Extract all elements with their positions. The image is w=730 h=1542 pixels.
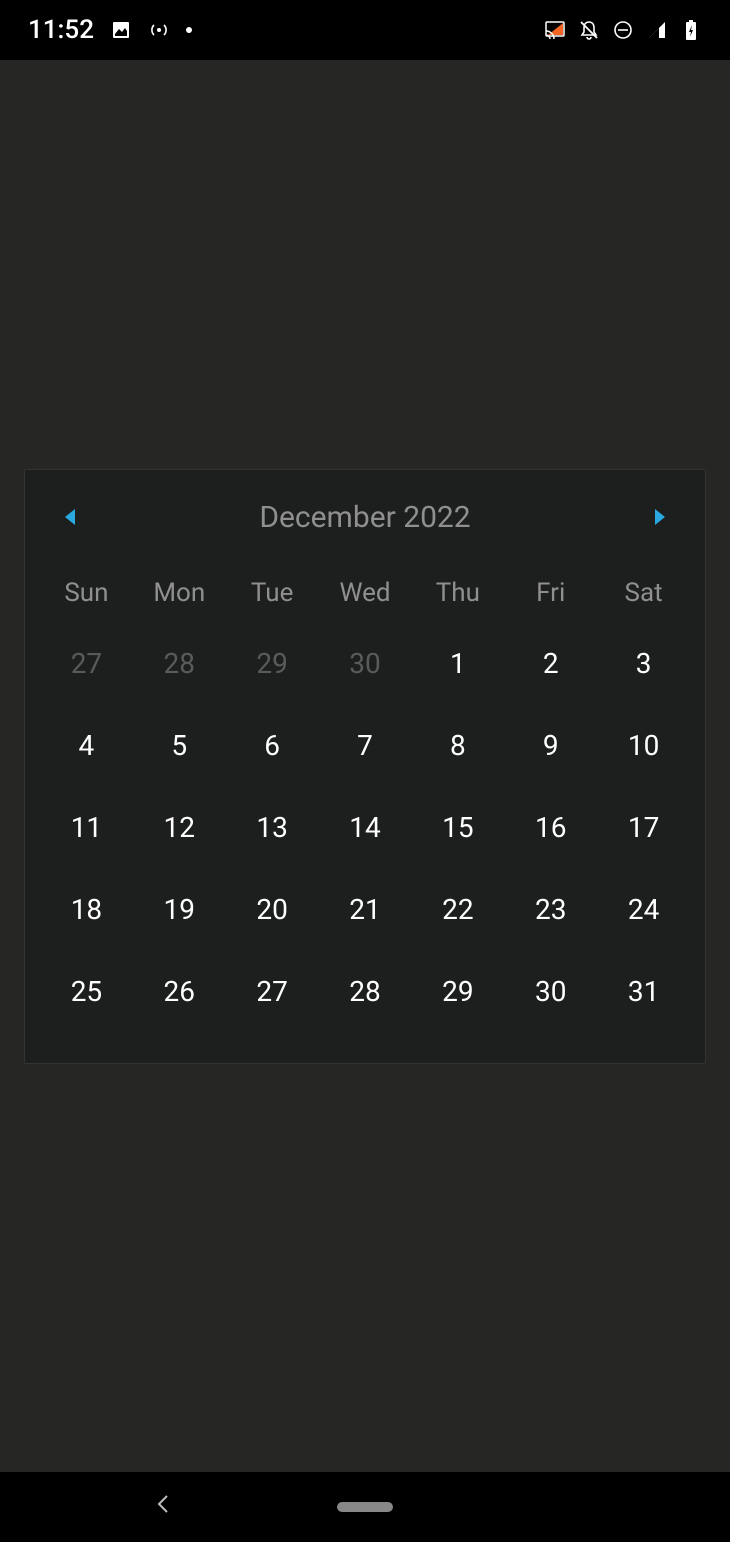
calendar-day[interactable]: 17 [597, 787, 690, 869]
clock: 11:52 [28, 15, 94, 45]
calendar-card: December 2022 Sun Mon Tue Wed Thu Fri Sa… [24, 469, 706, 1064]
calendar-row: 27282930123 [40, 623, 690, 705]
calendar-day[interactable]: 27 [40, 623, 133, 705]
next-month-button[interactable] [655, 509, 665, 525]
calendar-day[interactable]: 30 [504, 951, 597, 1033]
calendar-day[interactable]: 24 [597, 869, 690, 951]
status-left: 11:52 [28, 15, 192, 45]
calendar-day[interactable]: 13 [226, 787, 319, 869]
calendar-day[interactable]: 4 [40, 705, 133, 787]
prev-month-button[interactable] [65, 509, 75, 525]
calendar-day[interactable]: 10 [597, 705, 690, 787]
calendar-day[interactable]: 3 [597, 623, 690, 705]
calendar-row: 45678910 [40, 705, 690, 787]
calendar-day[interactable]: 20 [226, 869, 319, 951]
home-pill[interactable] [337, 1502, 393, 1512]
app-content: December 2022 Sun Mon Tue Wed Thu Fri Sa… [0, 60, 730, 1472]
weekday-tue: Tue [226, 563, 319, 623]
calendar-day[interactable]: 5 [133, 705, 226, 787]
calendar-day[interactable]: 31 [597, 951, 690, 1033]
weekday-sun: Sun [40, 563, 133, 623]
weekday-fri: Fri [504, 563, 597, 623]
battery-icon [680, 19, 702, 41]
weekday-wed: Wed [319, 563, 412, 623]
calendar-day[interactable]: 6 [226, 705, 319, 787]
calendar-day[interactable]: 29 [411, 951, 504, 1033]
weekday-thu: Thu [411, 563, 504, 623]
nav-bar [0, 1472, 730, 1542]
month-title[interactable]: December 2022 [259, 500, 470, 535]
calendar-day[interactable]: 2 [504, 623, 597, 705]
calendar-day[interactable]: 11 [40, 787, 133, 869]
calendar-day[interactable]: 30 [319, 623, 412, 705]
calendar-day[interactable]: 19 [133, 869, 226, 951]
cast-icon [544, 19, 566, 41]
hotspot-icon [148, 19, 170, 41]
calendar-day[interactable]: 29 [226, 623, 319, 705]
do-not-disturb-icon [612, 19, 634, 41]
calendar-row: 18192021222324 [40, 869, 690, 951]
status-bar: 11:52 [0, 0, 730, 60]
calendar-grid: Sun Mon Tue Wed Thu Fri Sat 272829301234… [40, 563, 690, 1033]
weekday-header-row: Sun Mon Tue Wed Thu Fri Sat [40, 563, 690, 623]
calendar-day[interactable]: 8 [411, 705, 504, 787]
calendar-day[interactable]: 26 [133, 951, 226, 1033]
calendar-day[interactable]: 12 [133, 787, 226, 869]
weekday-mon: Mon [133, 563, 226, 623]
calendar-day[interactable]: 9 [504, 705, 597, 787]
calendar-header: December 2022 [40, 500, 690, 563]
calendar-day[interactable]: 14 [319, 787, 412, 869]
calendar-day[interactable]: 25 [40, 951, 133, 1033]
calendar-day[interactable]: 28 [319, 951, 412, 1033]
status-right [544, 19, 702, 41]
calendar-day[interactable]: 1 [411, 623, 504, 705]
calendar-row: 25262728293031 [40, 951, 690, 1033]
calendar-day[interactable]: 22 [411, 869, 504, 951]
calendar-day[interactable]: 23 [504, 869, 597, 951]
calendar-day[interactable]: 21 [319, 869, 412, 951]
signal-icon [646, 19, 668, 41]
dot-icon [186, 27, 192, 33]
calendar-day[interactable]: 16 [504, 787, 597, 869]
calendar-day[interactable]: 18 [40, 869, 133, 951]
weekday-sat: Sat [597, 563, 690, 623]
calendar-day[interactable]: 27 [226, 951, 319, 1033]
calendar-day[interactable]: 28 [133, 623, 226, 705]
calendar-day[interactable]: 7 [319, 705, 412, 787]
back-button[interactable] [155, 1492, 171, 1522]
notifications-off-icon [578, 19, 600, 41]
calendar-day[interactable]: 15 [411, 787, 504, 869]
calendar-row: 11121314151617 [40, 787, 690, 869]
image-icon [110, 19, 132, 41]
